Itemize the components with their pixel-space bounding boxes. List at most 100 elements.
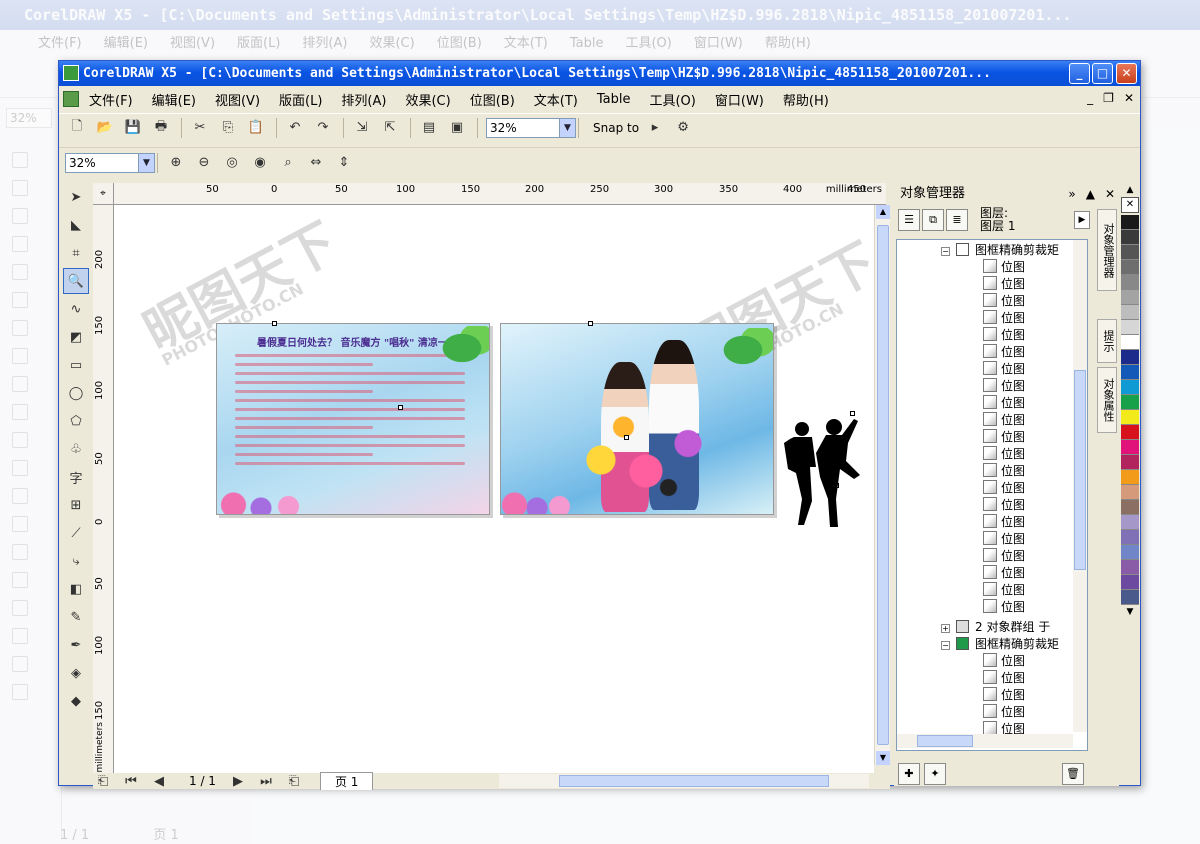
palette-color-swatch[interactable] [1121,485,1139,500]
zoom-out-icon[interactable]: ⊖ [194,154,214,172]
scrollbar-thumb[interactable] [559,775,829,787]
scroll-down-arrow-icon[interactable]: ▼ [876,751,890,765]
edit-across-layers-icon[interactable]: ⧉ [922,209,944,231]
palette-scroll-up-icon[interactable]: ▲ [1121,183,1139,197]
export-icon[interactable]: ⇱ [380,119,400,137]
chevron-down-icon[interactable]: ▼ [138,153,154,172]
palette-color-swatch[interactable] [1121,320,1139,335]
tree-bitmap-row[interactable]: 位图 [983,514,1025,531]
tree-bitmap-row[interactable]: 位图 [983,480,1025,497]
palette-color-swatch[interactable] [1121,215,1139,230]
cut-icon[interactable]: ✂ [190,119,210,137]
menu-edit[interactable]: 编辑(E) [152,90,196,109]
rectangle-tool-icon[interactable]: ▭ [63,352,89,378]
tree-bitmap-row[interactable]: 位图 [983,582,1025,599]
show-properties-icon[interactable]: ☰ [898,209,920,231]
tree-bitmap-row[interactable]: 位图 [983,565,1025,582]
palette-color-swatch[interactable] [1121,245,1139,260]
basic-shapes-tool-icon[interactable]: ♧ [63,436,89,462]
docker-collapse-icon[interactable]: ▲ [1086,183,1095,205]
crop-tool-icon[interactable]: ⌗ [63,240,89,266]
menu-bitmaps[interactable]: 位图(B) [470,90,515,109]
close-button[interactable]: ✕ [1116,63,1137,84]
vertical-ruler[interactable]: 200 150 100 50 0 50 100 150 millimeters [93,205,114,773]
title-bar[interactable]: CorelDRAW X5 - [C:\Documents and Setting… [59,61,1140,86]
palette-color-swatch[interactable] [1121,560,1139,575]
tree-bitmap-row[interactable]: 位图 [983,327,1025,344]
palette-color-swatch[interactable] [1121,275,1139,290]
minimize-button[interactable]: _ [1069,63,1090,84]
new-master-layer-icon[interactable]: ✦ [924,763,946,785]
doc-minimize-button[interactable]: _ [1087,91,1093,105]
collapse-icon[interactable]: − [941,247,950,256]
page-tab[interactable]: 页 1 [319,772,374,790]
table-tool-icon[interactable]: ⊞ [63,492,89,518]
docker-close-icon[interactable]: ✕ [1105,183,1115,205]
tree-bitmap-row[interactable]: 位图 [983,429,1025,446]
docker-expand-icon[interactable]: » [1068,183,1075,205]
last-page-icon[interactable]: ⏭ [256,772,276,790]
tree-bitmap-row[interactable]: 位图 [983,653,1025,670]
tree-group-row[interactable]: − 图框精确剪裁矩 [941,636,1059,653]
tree-bitmap-row[interactable]: 位图 [983,310,1025,327]
welcome-screen-icon[interactable]: ▣ [447,119,467,137]
tree-bitmap-row[interactable]: 位图 [983,463,1025,480]
doc-restore-button[interactable]: ❐ [1103,91,1114,105]
text-tool-icon[interactable]: 字 [63,464,89,490]
palette-color-swatch[interactable] [1121,365,1139,380]
doc-close-button[interactable]: ✕ [1124,91,1134,105]
scroll-up-arrow-icon[interactable]: ▲ [876,205,890,219]
tree-bitmap-row[interactable]: 位图 [983,704,1025,721]
zoom-in-icon[interactable]: ⊕ [166,154,186,172]
palette-color-swatch[interactable] [1121,545,1139,560]
save-icon[interactable]: 💾 [123,119,143,137]
ruler-origin[interactable]: ⌖ [93,183,114,205]
new-document-icon[interactable]: 🗋 [67,119,87,137]
copy-icon[interactable]: ⎘ [218,119,238,137]
dimension-tool-icon[interactable]: ⟋ [63,520,89,546]
palette-color-swatch[interactable] [1121,575,1139,590]
collapse-icon[interactable]: − [941,641,950,650]
zoom-tool-icon[interactable]: 🔍 [63,268,89,294]
menu-tools[interactable]: 工具(O) [649,90,695,109]
scrollbar-thumb[interactable] [917,735,973,747]
palette-color-swatch[interactable] [1121,515,1139,530]
palette-color-swatch[interactable] [1121,335,1139,350]
blend-tool-icon[interactable]: ◧ [63,576,89,602]
menu-table[interactable]: Table [597,92,631,107]
palette-color-swatch[interactable] [1121,290,1139,305]
tree-group-row[interactable]: − 图框精确剪裁矩 [941,242,1059,259]
flyer-front[interactable]: 暑假夏日何处去？ 音乐魔方 "唱秋" 清凉一 "夏" [216,323,490,515]
no-color-swatch[interactable]: ✕ [1121,197,1139,213]
pick-tool-icon[interactable]: ➤ [63,184,89,210]
polygon-tool-icon[interactable]: ⬠ [63,408,89,434]
connector-tool-icon[interactable]: ⤷ [63,548,89,574]
selection-handle[interactable] [398,405,403,410]
palette-color-swatch[interactable] [1121,395,1139,410]
palette-color-swatch[interactable] [1121,500,1139,515]
previous-page-icon[interactable]: ◀ [149,772,169,790]
tree-bitmap-row[interactable]: 位图 [983,599,1025,616]
tree-bitmap-row[interactable]: 位图 [983,670,1025,687]
menu-text[interactable]: 文本(T) [534,90,578,109]
eyedropper-tool-icon[interactable]: ✎ [63,604,89,630]
ellipse-tool-icon[interactable]: ◯ [63,380,89,406]
palette-color-swatch[interactable] [1121,230,1139,245]
palette-color-swatch[interactable] [1121,350,1139,365]
layer-manager-view-icon[interactable]: ≣ [946,209,968,231]
tree-bitmap-row[interactable]: 位图 [983,548,1025,565]
first-page-icon[interactable]: ⏮ [121,772,141,790]
drawing-canvas[interactable]: 昵图天下 PHOTOPHOTO.CN 昵图天下 PHOTOPHOTO.CN 暑假… [114,205,874,773]
undo-icon[interactable]: ↶ [285,119,305,137]
palette-color-swatch[interactable] [1121,440,1139,455]
palette-color-swatch[interactable] [1121,590,1139,605]
palette-color-swatch[interactable] [1121,260,1139,275]
add-page-icon[interactable]: ⎗ [93,772,113,790]
canvas-vertical-scrollbar[interactable]: ▲ ▼ [874,205,890,765]
palette-color-swatch[interactable] [1121,380,1139,395]
tree-bitmap-row[interactable]: 位图 [983,259,1025,276]
paste-icon[interactable]: 📋 [246,119,266,137]
palette-color-swatch[interactable] [1121,470,1139,485]
snap-to-button[interactable]: Snap to [593,121,639,135]
canvas-horizontal-scrollbar[interactable] [499,774,869,788]
